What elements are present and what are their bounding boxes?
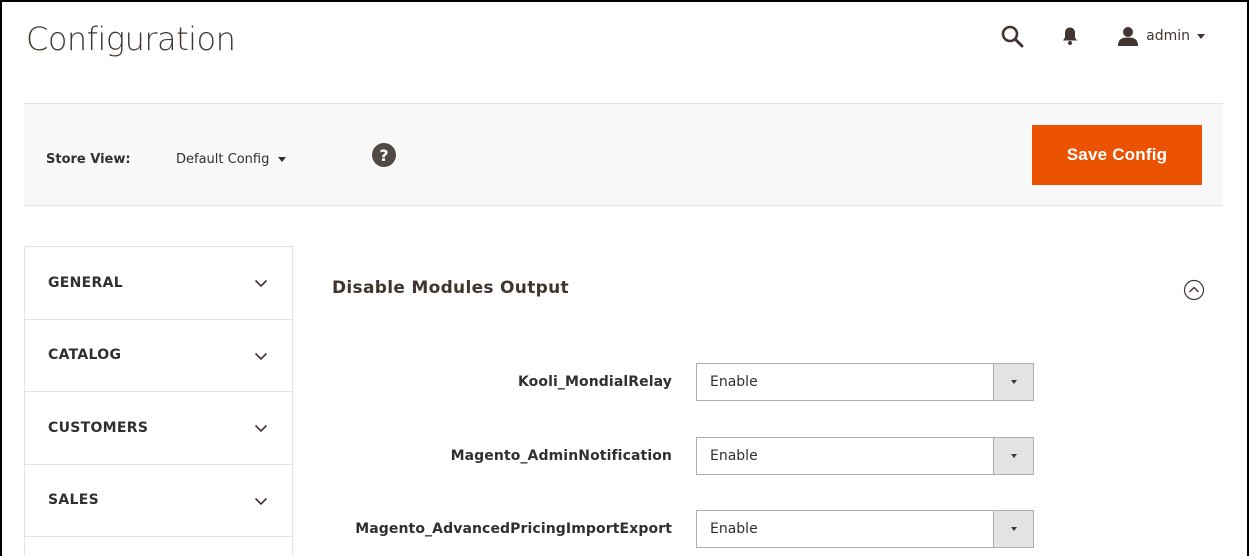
config-sidebar: GENERAL CATALOG CUSTOMERS SALES [24, 246, 293, 556]
module-label: Magento_AdvancedPricingImportExport [355, 521, 672, 537]
select-value: Enable [710, 448, 758, 464]
dropdown-arrow-icon [993, 364, 1033, 400]
sidebar-item-sales[interactable]: SALES [25, 465, 292, 537]
header-actions: admin [1000, 24, 1205, 48]
chevron-down-icon [254, 273, 268, 292]
sidebar-item-label: SALES [48, 492, 99, 509]
help-icon[interactable]: ? [372, 143, 396, 167]
chevron-down-icon [254, 418, 268, 437]
sidebar-item-label: GENERAL [48, 274, 123, 291]
user-icon [1118, 26, 1139, 46]
chevron-down-icon [254, 491, 268, 510]
store-view-label: Store View: [46, 152, 131, 167]
select-value: Enable [710, 374, 758, 390]
collapse-up-circle-icon[interactable] [1183, 279, 1205, 301]
store-view-caret-icon [278, 157, 287, 162]
sidebar-item-customers[interactable]: CUSTOMERS [25, 392, 292, 465]
select-value: Enable [710, 521, 758, 537]
dropdown-arrow-icon [993, 511, 1033, 547]
sidebar-item-catalog[interactable]: CATALOG [25, 320, 292, 392]
module-output-select[interactable]: Enable [696, 363, 1034, 401]
module-output-select[interactable]: Enable [696, 510, 1034, 548]
store-view-value: Default Config [176, 152, 270, 167]
module-row: Magento_AdvancedPricingImportExport Enab… [300, 510, 1060, 548]
chevron-down-icon [254, 346, 268, 365]
sidebar-item-label: CUSTOMERS [48, 419, 149, 436]
section-title[interactable]: Disable Modules Output [332, 278, 569, 298]
search-icon[interactable] [1000, 24, 1024, 48]
module-row: Magento_AdminNotification Enable [300, 437, 1060, 475]
sidebar-item-label: CATALOG [48, 347, 122, 364]
bell-icon[interactable] [1062, 26, 1078, 46]
save-config-button[interactable]: Save Config [1032, 125, 1202, 185]
module-label: Magento_AdminNotification [450, 448, 672, 464]
module-row: Kooli_MondialRelay Enable [300, 363, 1060, 401]
page-title: Configuration [26, 20, 236, 58]
sidebar-item-general[interactable]: GENERAL [25, 247, 292, 320]
module-label: Kooli_MondialRelay [517, 374, 672, 390]
user-menu[interactable]: admin [1118, 26, 1205, 46]
user-name: admin [1146, 28, 1190, 44]
store-view-bar: Store View: Default Config ? Save Config [24, 103, 1223, 206]
dropdown-arrow-icon [993, 438, 1033, 474]
module-output-select[interactable]: Enable [696, 437, 1034, 475]
user-menu-caret-icon [1197, 33, 1205, 39]
store-view-switcher[interactable]: Default Config [176, 152, 287, 167]
